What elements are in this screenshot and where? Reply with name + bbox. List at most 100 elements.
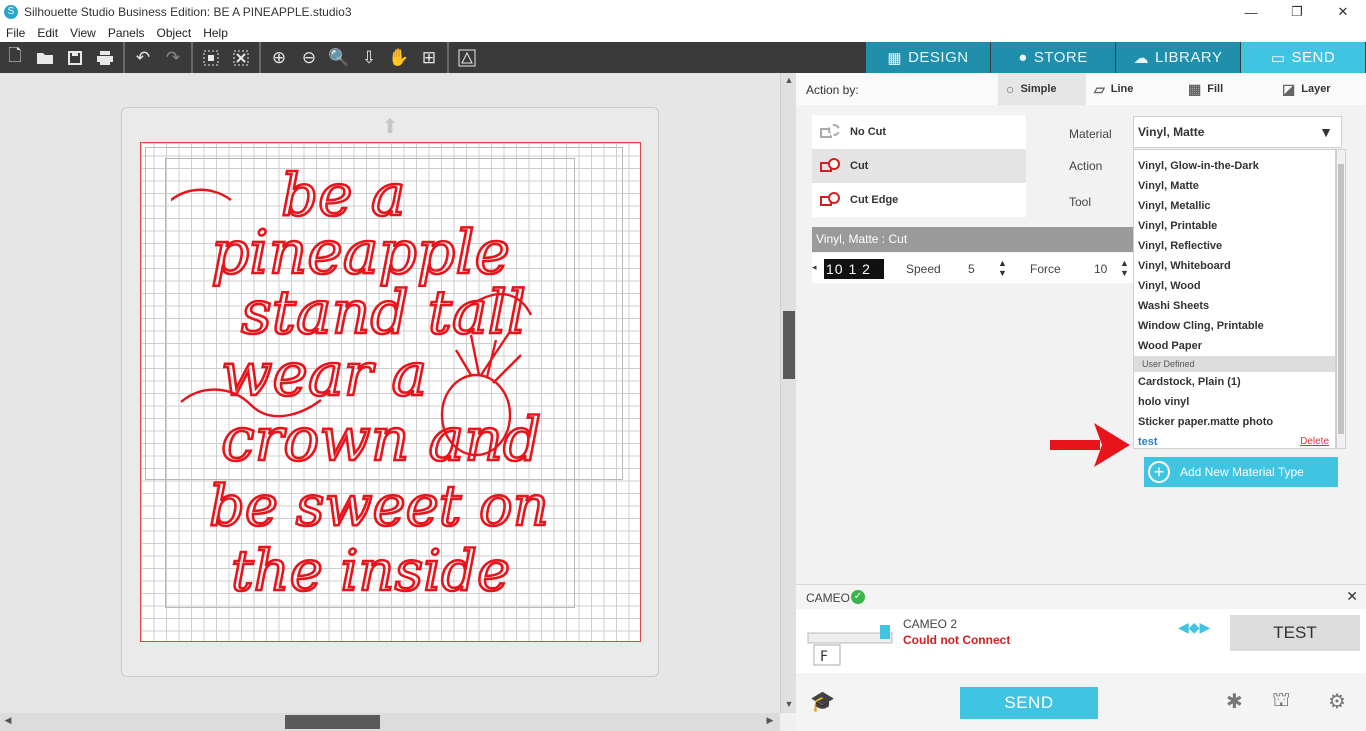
material-label: Material: [1069, 127, 1112, 141]
tab-fill[interactable]: ▦ Fill: [1188, 73, 1268, 105]
add-page-icon[interactable]: ⊞: [414, 42, 444, 73]
device-card[interactable]: F CAMEO 2 Could not Connect ◀◆▶ TEST: [796, 609, 1366, 673]
device-name: CAMEO: [806, 591, 851, 605]
material-list[interactable]: Vinyl, Glow-in-the-Dark Vinyl, Matte Vin…: [1133, 149, 1336, 449]
material-item[interactable]: Vinyl, Glow-in-the-Dark: [1134, 156, 1335, 176]
red-arrow-annotation: [1050, 423, 1130, 467]
user-material-item-test[interactable]: test Delete: [1134, 432, 1335, 448]
menu-edit[interactable]: Edit: [31, 26, 64, 40]
machine-settings-icon[interactable]: ⛫: [1272, 689, 1290, 714]
cutting-machine-icon: F: [807, 625, 893, 666]
user-material-item[interactable]: Cardstock, Plain (1): [1134, 372, 1335, 392]
line-icon: ▱: [1094, 80, 1105, 97]
scroll-left-icon[interactable]: ◀: [2, 715, 14, 729]
fill-icon: ▦: [1188, 80, 1202, 97]
force-label: Force: [1030, 262, 1061, 276]
material-list-scroll-thumb[interactable]: [1338, 164, 1344, 434]
material-list-scrollbar[interactable]: [1336, 149, 1346, 449]
zoom-out-icon[interactable]: ⊖: [294, 42, 324, 73]
bluetooth-icon[interactable]: ✱: [1226, 689, 1243, 714]
material-item[interactable]: Vinyl, Whiteboard: [1134, 256, 1335, 276]
tab-design[interactable]: ▦ DESIGN: [866, 42, 991, 73]
cut-edge-icon: [818, 191, 844, 209]
store-icon: ●: [1018, 49, 1028, 66]
speed-stepper-icon[interactable]: ▲ ▼: [998, 258, 1007, 278]
cut-edge-option[interactable]: Cut Edge: [812, 183, 1026, 217]
undo-icon[interactable]: ↶: [128, 42, 158, 73]
grid-icon: ▦: [887, 49, 903, 67]
canvas-horizontal-scrollbar[interactable]: ◀ ▶: [0, 713, 780, 731]
tab-store[interactable]: ● STORE: [991, 42, 1116, 73]
gear-icon[interactable]: ⚙: [1328, 689, 1346, 714]
move-arrows-icon[interactable]: ◀◆▶: [1178, 619, 1218, 645]
action-by-bar: Action by: ○ Simple ▱ Line ▦ Fill ◪ Laye…: [796, 73, 1366, 105]
material-item[interactable]: Vinyl, Printable: [1134, 216, 1335, 236]
window-title: Silhouette Studio Business Edition: BE A…: [24, 5, 352, 19]
user-material-item[interactable]: Sticker paper.matte photo: [1134, 412, 1335, 432]
tutorial-cap-icon[interactable]: 🎓: [810, 689, 835, 714]
trace-icon[interactable]: [452, 42, 482, 73]
material-item[interactable]: Window Cling, Printable: [1134, 316, 1335, 336]
pan-hand-icon[interactable]: ✋: [384, 42, 414, 73]
new-document-icon[interactable]: 🗋: [0, 42, 30, 73]
test-button[interactable]: TEST: [1230, 615, 1360, 651]
tab-simple-label: Simple: [1020, 83, 1057, 95]
scroll-up-icon[interactable]: ▲: [783, 75, 795, 87]
blade-depth-field[interactable]: 10 1 2: [824, 259, 884, 279]
tab-simple[interactable]: ○ Simple: [998, 73, 1086, 105]
material-item[interactable]: Vinyl, Reflective: [1134, 236, 1335, 256]
material-dropdown[interactable]: Vinyl, Matte ▼: [1133, 116, 1342, 148]
cut-label: Cut: [850, 160, 869, 172]
close-device-icon[interactable]: ✕: [1346, 588, 1358, 605]
material-item[interactable]: Wood Paper: [1134, 336, 1335, 356]
pineapple-design[interactable]: be a pineapple stand tall wear a crown a…: [171, 155, 601, 615]
menu-help[interactable]: Help: [197, 26, 234, 40]
cut-icon: [818, 157, 844, 175]
zoom-in-icon[interactable]: ⊕: [264, 42, 294, 73]
minimize-button[interactable]: —: [1228, 0, 1274, 24]
send-panel: Action by: ○ Simple ▱ Line ▦ Fill ◪ Laye…: [796, 73, 1366, 731]
speed-value[interactable]: 5: [968, 262, 975, 276]
ungroup-icon[interactable]: [226, 42, 256, 73]
delete-material-link[interactable]: Delete: [1300, 432, 1329, 448]
menu-view[interactable]: View: [64, 26, 102, 40]
tab-line-label: Line: [1110, 83, 1134, 95]
horizontal-scroll-thumb[interactable]: [285, 715, 380, 729]
cut-option[interactable]: Cut: [812, 149, 1026, 183]
print-icon[interactable]: [90, 42, 120, 73]
cut-area-grid: be a pineapple stand tall wear a crown a…: [140, 142, 641, 642]
tab-fill-label: Fill: [1207, 83, 1224, 95]
redo-icon[interactable]: ↷: [158, 42, 188, 73]
no-cut-option[interactable]: No Cut: [812, 115, 1026, 149]
menu-file[interactable]: File: [0, 26, 31, 40]
tab-line[interactable]: ▱ Line: [1094, 73, 1174, 105]
connected-check-icon: ✓: [851, 590, 865, 604]
zoom-fit-icon[interactable]: 🔍: [324, 42, 354, 73]
group-icon[interactable]: [196, 42, 226, 73]
save-icon[interactable]: [60, 42, 90, 73]
send-button[interactable]: SEND: [960, 687, 1098, 719]
canvas-vertical-scrollbar[interactable]: ▲ ▼: [780, 73, 796, 713]
open-folder-icon[interactable]: [30, 42, 60, 73]
vertical-scroll-thumb[interactable]: [783, 311, 795, 379]
material-item[interactable]: Vinyl, Wood: [1134, 276, 1335, 296]
tab-library[interactable]: ☁ LIBRARY: [1116, 42, 1241, 73]
add-new-material-type-button[interactable]: + Add New Material Type: [1144, 457, 1338, 487]
material-item[interactable]: Vinyl, Metallic: [1134, 196, 1335, 216]
move-down-icon[interactable]: ⇩: [354, 42, 384, 73]
menu-panels[interactable]: Panels: [102, 26, 151, 40]
material-item[interactable]: Vinyl, Matte: [1134, 176, 1335, 196]
scroll-down-icon[interactable]: ▼: [783, 699, 795, 711]
force-stepper-icon[interactable]: ▲ ▼: [1120, 258, 1129, 278]
force-value[interactable]: 10: [1094, 262, 1107, 276]
tab-send[interactable]: ▭ SEND: [1241, 42, 1366, 73]
close-window-button[interactable]: ✕: [1320, 0, 1366, 24]
blade-depth-left-arrow-icon[interactable]: ◂: [812, 262, 817, 273]
restore-button[interactable]: ❐: [1274, 0, 1320, 24]
tab-layer[interactable]: ◪ Layer: [1282, 73, 1362, 105]
scroll-right-icon[interactable]: ▶: [764, 715, 776, 729]
material-item[interactable]: Washi Sheets: [1134, 296, 1335, 316]
design-canvas[interactable]: ⬆ be a pineapple stand tall wear a crown…: [0, 73, 780, 713]
menu-object[interactable]: Object: [151, 26, 198, 40]
user-material-item[interactable]: holo vinyl: [1134, 392, 1335, 412]
